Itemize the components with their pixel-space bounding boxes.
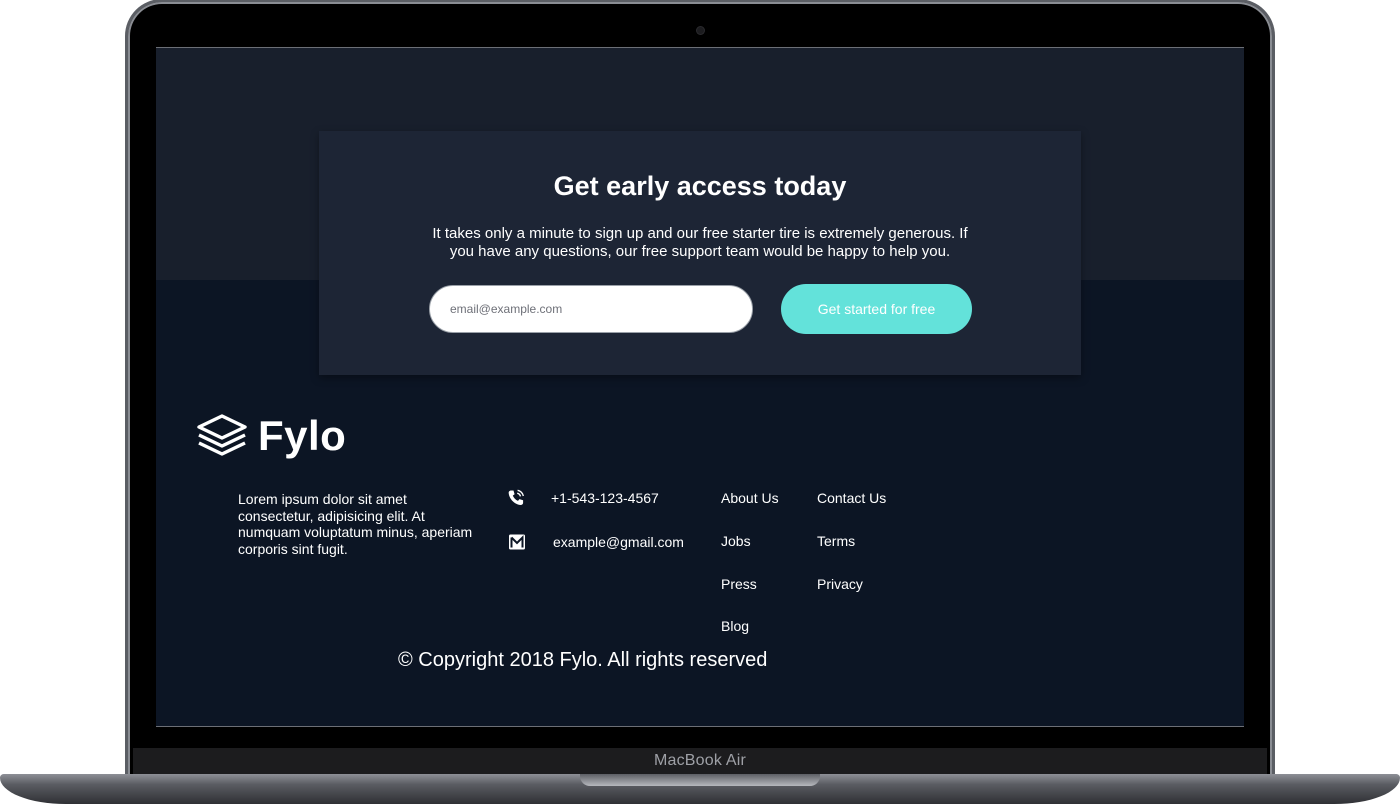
- footer-link-press[interactable]: Press: [721, 576, 757, 592]
- contact-email: example@gmail.com: [508, 533, 684, 551]
- screen-bottom-edge: [156, 726, 1244, 727]
- mail-icon: [509, 534, 525, 550]
- screen-top-edge: [156, 47, 1244, 48]
- laptop-mockup: Get early access today It takes only a m…: [0, 0, 1400, 804]
- footer-link-terms[interactable]: Terms: [817, 533, 855, 549]
- device-label: MacBook Air: [653, 752, 746, 769]
- contact-phone: +1-543-123-4567: [507, 489, 659, 507]
- copyright-notice: © Copyright 2018 Fylo. All rights reserv…: [398, 649, 768, 671]
- early-access-description: It takes only a minute to sign up and ou…: [432, 225, 968, 260]
- laptop-opening-notch: [580, 774, 820, 786]
- email-address[interactable]: example@gmail.com: [553, 534, 684, 550]
- early-access-title: Get early access today: [553, 171, 847, 201]
- laptop-screen: Get early access today It takes only a m…: [156, 47, 1244, 727]
- footer-link-privacy[interactable]: Privacy: [817, 576, 863, 592]
- footer-link-about-us[interactable]: About Us: [721, 490, 779, 506]
- phone-number[interactable]: +1-543-123-4567: [551, 490, 659, 506]
- footer-link-contact-us[interactable]: Contact Us: [817, 490, 886, 506]
- layers-logo-icon: [197, 414, 247, 456]
- footer-link-jobs[interactable]: Jobs: [721, 533, 751, 549]
- early-access-card: Get early access today It takes only a m…: [319, 131, 1081, 375]
- email-input[interactable]: [429, 285, 753, 333]
- webcam-icon: [697, 27, 704, 34]
- footer-logo[interactable]: Fylo: [196, 412, 346, 460]
- get-started-button[interactable]: Get started for free: [781, 284, 972, 334]
- brand-name: Fylo: [258, 412, 347, 459]
- footer-link-blog[interactable]: Blog: [721, 618, 749, 634]
- footer-about-text: Lorem ipsum dolor sit amet consectetur, …: [238, 491, 473, 557]
- phone-icon: [508, 489, 524, 506]
